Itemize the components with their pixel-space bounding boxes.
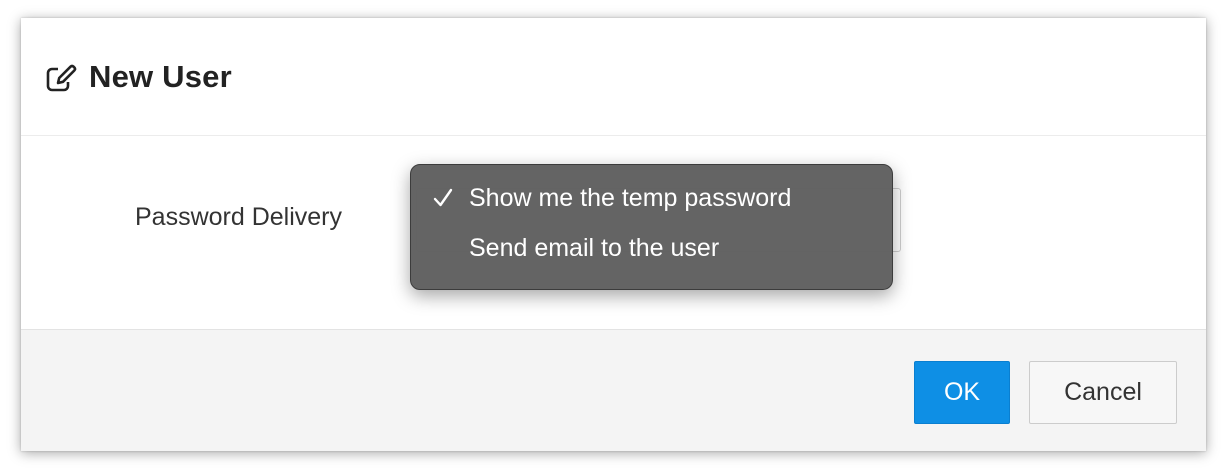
edit-icon bbox=[45, 62, 78, 94]
option-send-email[interactable]: Send email to the user bbox=[411, 223, 892, 273]
new-user-dialog: New User Password Delivery Show me the t… bbox=[21, 18, 1206, 451]
dialog-title: New User bbox=[89, 58, 232, 94]
password-delivery-dropdown-menu: Show me the temp password Send email to … bbox=[410, 164, 893, 290]
ok-button[interactable]: OK bbox=[914, 361, 1010, 424]
option-show-temp-password[interactable]: Show me the temp password bbox=[411, 173, 892, 223]
option-label: Send email to the user bbox=[469, 233, 720, 262]
dialog-footer: OK Cancel bbox=[21, 329, 1206, 451]
dialog-body: Password Delivery Show me the temp passw… bbox=[21, 136, 1206, 329]
option-label: Show me the temp password bbox=[469, 183, 792, 212]
password-delivery-label: Password Delivery bbox=[135, 203, 343, 231]
checkmark-icon bbox=[432, 187, 454, 209]
cancel-button[interactable]: Cancel bbox=[1029, 361, 1177, 424]
dialog-header: New User bbox=[21, 18, 1206, 136]
